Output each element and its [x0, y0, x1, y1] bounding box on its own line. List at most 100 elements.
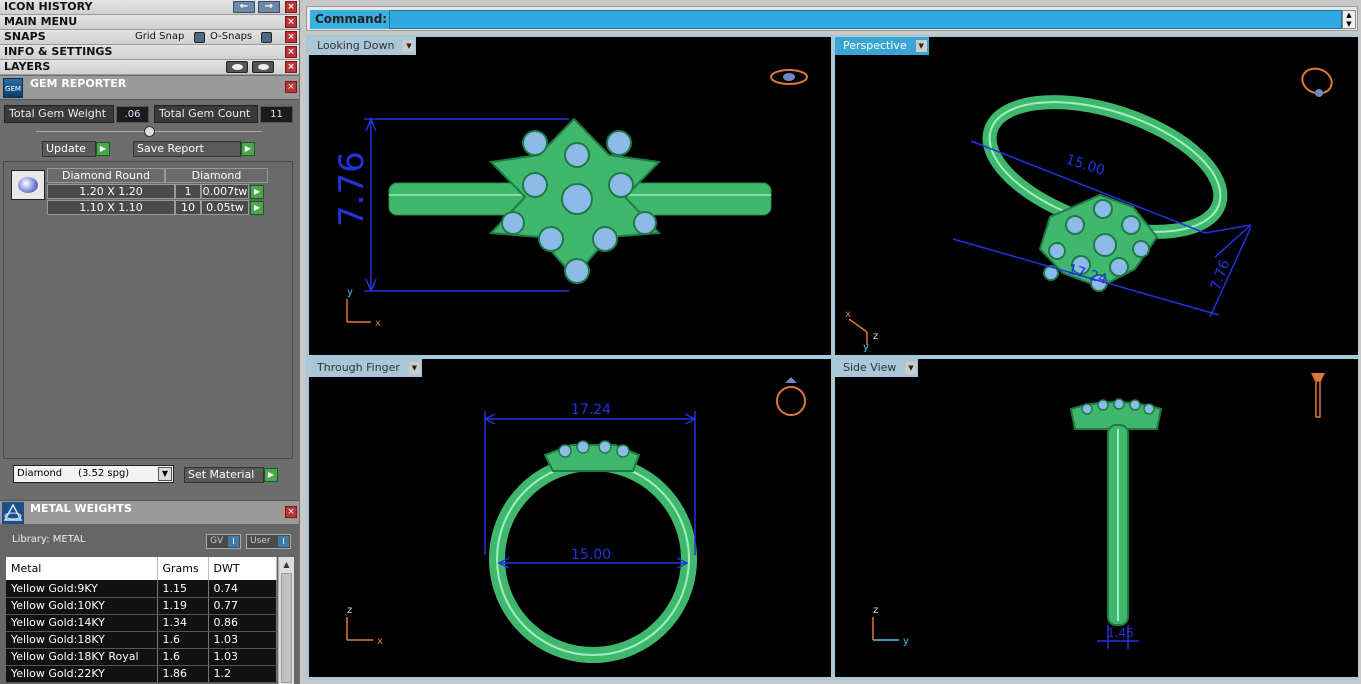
- user-label: User: [250, 536, 271, 546]
- viewport-perspective[interactable]: 15.00 17.24 7.76 x z y Perspective ▼: [835, 37, 1358, 355]
- ring-top-icon[interactable]: [770, 69, 808, 85]
- info-settings-bar[interactable]: INFO & SETTINGS ×: [0, 45, 299, 60]
- tab-perspective-label: Perspective: [843, 39, 907, 52]
- gem-row-go-icon[interactable]: ▶: [250, 185, 264, 199]
- chevron-down-icon[interactable]: ▼: [403, 40, 415, 52]
- save-report-button[interactable]: Save Report: [133, 141, 241, 157]
- dim-side-width: 1.46: [1107, 626, 1134, 640]
- command-label: Command:: [310, 10, 390, 29]
- dim-height: 7.76: [332, 151, 372, 227]
- close-icon[interactable]: ×: [285, 16, 297, 28]
- icon-history-label: ICON HISTORY: [4, 0, 93, 13]
- grid-snap-toggle[interactable]: [194, 32, 205, 43]
- gem-row-count[interactable]: 10: [175, 200, 201, 215]
- close-icon[interactable]: ×: [285, 1, 297, 13]
- metal-table-row[interactable]: Yellow Gold:9KY 1.15 0.74: [6, 580, 277, 598]
- tab-perspective[interactable]: Perspective ▼: [835, 37, 929, 55]
- update-button[interactable]: Update: [42, 141, 96, 157]
- tab-side-view-label: Side View: [843, 361, 897, 374]
- ring-side-icon[interactable]: [1311, 373, 1325, 418]
- close-icon[interactable]: ×: [285, 506, 297, 518]
- chevron-down-icon[interactable]: ▼: [158, 467, 172, 481]
- metal-table: Metal Grams DWT Yellow Gold:9KY 1.15 0.74 Y…: [6, 557, 277, 683]
- chevron-down-icon[interactable]: ▼: [915, 40, 927, 52]
- app-window: ICON HISTORY ← → × MAIN MENU × SNAPS Gri…: [0, 0, 1361, 684]
- metal-table-row[interactable]: Yellow Gold:18KY 1.6 1.03: [6, 631, 277, 649]
- viewport-side-view[interactable]: 1.46 y z Side View ▼: [835, 359, 1358, 677]
- ring-perspective-icon[interactable]: [1299, 65, 1335, 98]
- close-icon[interactable]: ×: [285, 31, 297, 43]
- diamond-round-icon[interactable]: [11, 170, 45, 200]
- metal-table-row[interactable]: Yellow Gold:14KY 1.34 0.86: [6, 614, 277, 632]
- axis-z-label: z: [873, 605, 878, 616]
- material-select[interactable]: Diamond (3.52 spg) ▼: [13, 465, 174, 483]
- metal-table-row[interactable]: Yellow Gold:10KY 1.19 0.77: [6, 597, 277, 615]
- set-material-button[interactable]: Set Material: [184, 467, 264, 483]
- metal-cell-dwt: 0.74: [208, 580, 277, 598]
- axis-z-label: z: [873, 331, 878, 342]
- material-select-value: Diamond (3.52 spg): [17, 468, 130, 479]
- metal-cell-metal: Yellow Gold:18KY: [6, 631, 158, 649]
- command-bar: Command: ▲ ▼: [306, 6, 1358, 31]
- weight-slider-handle[interactable]: [144, 126, 155, 137]
- viewport-through-finger[interactable]: 17.24 15.00 x z Through Finger ▼: [309, 359, 831, 677]
- update-go-icon[interactable]: ▶: [96, 142, 110, 156]
- command-input[interactable]: [389, 10, 1342, 29]
- main-menu-bar[interactable]: MAIN MENU ×: [0, 15, 299, 30]
- command-spinner[interactable]: ▲ ▼: [1342, 10, 1356, 29]
- back-arrow-icon[interactable]: ←: [233, 1, 255, 13]
- metal-cell-dwt: 1.03: [208, 631, 277, 649]
- set-material-go-icon[interactable]: ▶: [264, 468, 278, 482]
- snaps-bar[interactable]: SNAPS Grid Snap O-Snaps ×: [0, 30, 299, 45]
- chevron-down-icon[interactable]: ▼: [408, 362, 420, 374]
- gem-row-weight[interactable]: 0.05tw: [201, 200, 249, 215]
- icon-history-bar[interactable]: ICON HISTORY ← → ×: [0, 0, 299, 15]
- scroll-thumb[interactable]: [281, 573, 292, 683]
- metal-table-row[interactable]: Yellow Gold:18KY Royal 1.6 1.03: [6, 648, 277, 666]
- gem-reporter-header: GEM GEM REPORTER ×: [0, 76, 299, 100]
- metal-cell-dwt: 1.2: [208, 665, 277, 683]
- viewport-looking-down[interactable]: 7.76 x y Looking Down ▼: [309, 37, 831, 355]
- column-grams[interactable]: Grams: [157, 557, 209, 580]
- metal-cell-grams: 1.6: [157, 631, 209, 649]
- axis-x-label: x: [845, 309, 851, 320]
- gem-column-shape: Diamond Round: [47, 168, 165, 183]
- close-icon[interactable]: ×: [285, 46, 297, 58]
- gem-row-size[interactable]: 1.10 X 1.10: [47, 200, 175, 215]
- o-snaps-toggle[interactable]: [261, 32, 272, 43]
- forward-arrow-icon[interactable]: →: [258, 1, 280, 13]
- eye-icon[interactable]: [252, 61, 274, 73]
- user-toggle[interactable]: User I: [246, 534, 291, 549]
- chevron-down-icon[interactable]: ▼: [905, 362, 917, 374]
- scroll-up-icon[interactable]: ▲: [279, 557, 294, 572]
- layer-visibility-icon[interactable]: [226, 61, 248, 73]
- close-icon[interactable]: ×: [285, 81, 297, 93]
- ring-front-icon[interactable]: [776, 377, 806, 416]
- column-metal[interactable]: Metal: [6, 557, 158, 580]
- metal-table-row[interactable]: Yellow Gold:22KY 1.86 1.2: [6, 665, 277, 683]
- metal-cell-metal: Yellow Gold:10KY: [6, 597, 158, 615]
- column-dwt[interactable]: DWT: [208, 557, 277, 580]
- tab-looking-down[interactable]: Looking Down ▼: [309, 37, 417, 55]
- gem-row-size[interactable]: 1.20 X 1.20: [47, 184, 175, 199]
- metal-cell-grams: 1.19: [157, 597, 209, 615]
- tab-side-view[interactable]: Side View ▼: [835, 359, 919, 377]
- metal-scrollbar[interactable]: ▲: [278, 557, 294, 684]
- tab-through-finger[interactable]: Through Finger ▼: [309, 359, 422, 377]
- save-report-go-icon[interactable]: ▶: [241, 142, 255, 156]
- gem-row-weight[interactable]: 0.007tw: [201, 184, 249, 199]
- metal-weights-header: METAL WEIGHTS ×: [0, 500, 299, 524]
- axis-y-label: y: [863, 342, 869, 353]
- metal-cell-grams: 1.86: [157, 665, 209, 683]
- gem-row-go-icon[interactable]: ▶: [250, 201, 264, 215]
- snaps-label: SNAPS: [4, 30, 46, 43]
- layers-label: LAYERS: [4, 60, 51, 73]
- gv-toggle[interactable]: GV I: [206, 534, 241, 549]
- layers-bar[interactable]: LAYERS ×: [0, 60, 299, 75]
- dim-length: 15.00: [1064, 152, 1107, 180]
- close-icon[interactable]: ×: [285, 61, 297, 73]
- gem-column-stone: Diamond: [165, 168, 268, 183]
- gem-row-count[interactable]: 1: [175, 184, 201, 199]
- gv-label: GV: [210, 536, 224, 546]
- metal-cell-dwt: 1.03: [208, 648, 277, 666]
